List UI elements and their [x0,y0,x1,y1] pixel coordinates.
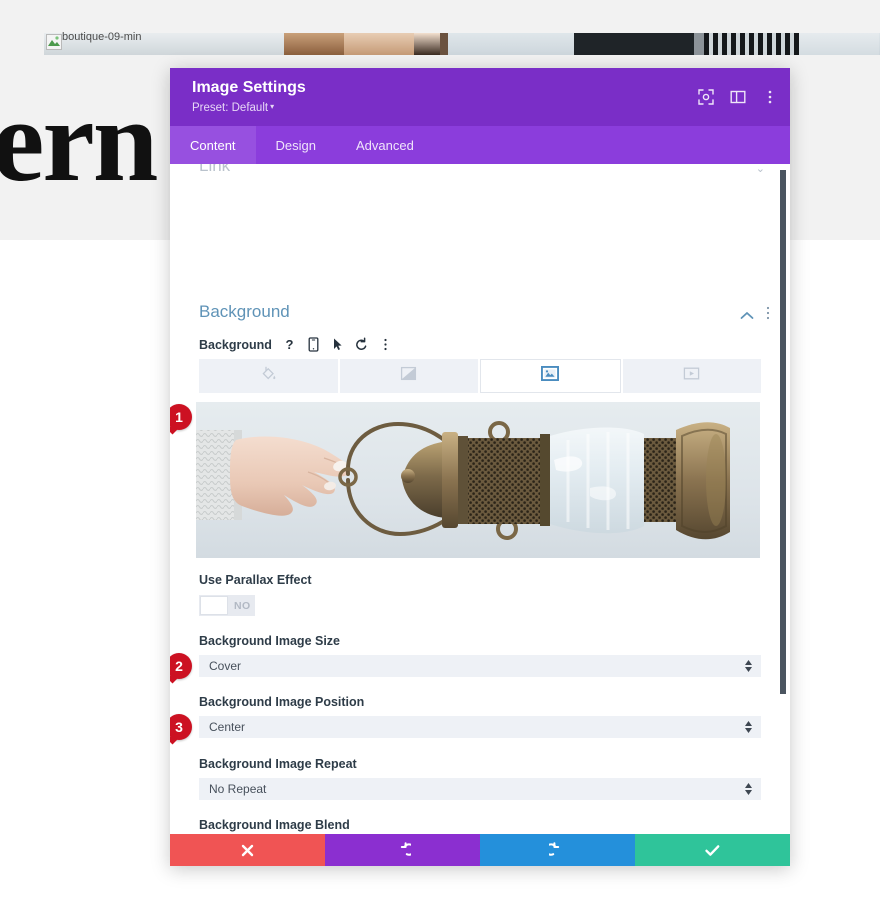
parallax-label: Use Parallax Effect [199,573,312,587]
background-image-position-label: Background Image Position [199,695,365,709]
chevron-up-icon[interactable] [740,307,754,325]
modal-body: Link ⌄ Background Background ? 1 Use Par… [170,164,790,834]
chevron-down-icon: ▾ [270,102,275,111]
background-color-tab[interactable] [199,359,338,393]
tab-design[interactable]: Design [256,126,336,164]
image-settings-modal: Image Settings Preset: Default ▾ Content… [170,68,790,866]
section-background-header: Background [170,302,790,332]
broken-image-icon [46,34,62,50]
section-link[interactable]: Link ⌄ [170,164,790,186]
more-vertical-icon[interactable] [379,337,392,352]
background-field-label: Background [199,337,272,352]
save-button[interactable] [635,834,790,866]
modal-tabbar: Content Design Advanced [170,126,790,164]
background-image-position-value: Center [209,720,246,734]
redo-button[interactable] [480,834,635,866]
close-icon [240,843,255,858]
tab-advanced[interactable]: Advanced [336,126,434,164]
undo-icon [394,841,411,859]
undo-button[interactable] [325,834,480,866]
focus-icon[interactable] [698,89,714,105]
select-arrows-icon [745,721,752,733]
more-vertical-icon[interactable] [766,306,770,325]
modal-footer [170,834,790,866]
modal-title: Image Settings [192,79,306,96]
background-image-repeat-label: Background Image Repeat [199,757,357,771]
hover-cursor-icon[interactable] [331,337,344,352]
more-vertical-icon[interactable] [762,89,778,105]
tab-content[interactable]: Content [170,126,256,164]
background-gradient-tab[interactable] [339,359,478,393]
toggle-knob [200,596,228,615]
background-image-repeat-value: No Repeat [209,782,267,796]
section-background-controls [740,306,770,325]
background-image-size-label: Background Image Size [199,634,341,648]
annotation-badge-2: 2 [170,653,192,679]
reset-icon[interactable] [355,337,368,352]
video-icon [683,366,700,386]
background-image-size-select[interactable]: Cover [199,655,761,677]
annotation-badge-1: 1 [170,404,192,430]
background-image-tab[interactable] [480,359,621,393]
cancel-button[interactable] [170,834,325,866]
background-image-size-value: Cover [209,659,242,673]
select-arrows-icon [745,660,752,672]
image-icon [541,365,560,386]
gradient-icon [400,365,417,387]
section-background-title: Background [199,302,290,321]
parallax-toggle[interactable]: NO [199,595,255,616]
chevron-down-icon: ⌄ [755,164,765,175]
responsive-mobile-icon[interactable] [307,337,320,352]
background-image-preview[interactable] [196,402,760,558]
layout-panel-icon[interactable] [730,89,746,105]
page-photo-strip [44,33,880,55]
broken-image-alt-text: boutique-09-min [62,31,142,43]
preset-selector[interactable]: Preset: Default ▾ [192,102,274,114]
background-image-repeat-select[interactable]: No Repeat [199,778,761,800]
select-arrows-icon [745,783,752,795]
background-field-row: Background ? [199,337,392,352]
section-link-label: Link [199,164,231,175]
settings-scrollbar[interactable] [780,170,786,694]
background-image-blend-label: Background Image Blend [199,818,350,832]
check-icon [704,843,721,858]
redo-icon [549,841,566,859]
background-image-position-select[interactable]: Center [199,716,761,738]
page-headline-fragment: ern [0,75,158,206]
paint-bucket-icon [260,365,277,387]
parallax-value: NO [234,599,251,612]
background-video-tab[interactable] [622,359,761,393]
help-icon[interactable]: ? [283,337,296,352]
preset-label: Preset: Default [192,102,269,114]
settings-scroll-area: Link ⌄ Background Background ? 1 Use Par… [170,164,790,834]
background-type-tabs [199,359,761,393]
modal-header: Image Settings Preset: Default ▾ [170,68,790,126]
modal-header-icons [698,68,778,126]
annotation-badge-3: 3 [170,714,192,740]
svg-text:?: ? [285,337,293,352]
